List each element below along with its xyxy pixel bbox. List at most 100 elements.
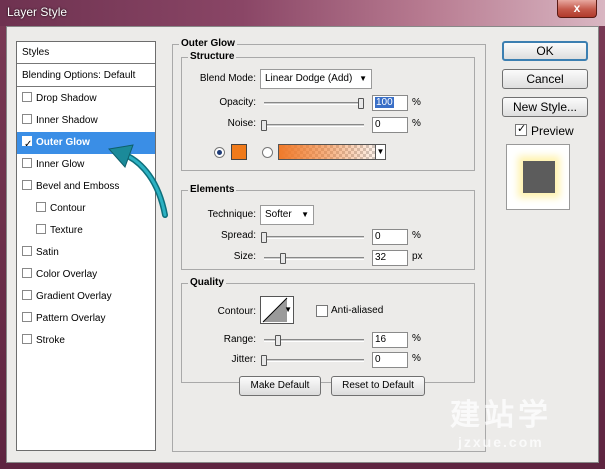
jitter-unit: % (412, 353, 421, 364)
outer-glow-title: Outer Glow (179, 38, 237, 49)
check-icon: ✓ (517, 123, 527, 135)
style-item-label: Stroke (36, 335, 65, 346)
style-item-satin[interactable]: Satin (17, 242, 155, 264)
elements-group: Elements Technique: Softer ▼ Spread: 0 %… (181, 184, 475, 270)
elements-title: Elements (188, 184, 237, 195)
quality-group: Quality Contour: ▼ Anti-aliased Range: 1… (181, 277, 475, 383)
style-checkbox[interactable] (36, 224, 46, 234)
chevron-down-icon: ▼ (301, 210, 309, 219)
close-button[interactable]: x (557, 0, 597, 18)
chevron-down-icon: ▼ (284, 305, 292, 314)
range-label: Range: (223, 334, 256, 345)
spread-label: Spread: (220, 230, 256, 241)
structure-group: Structure Blend Mode: Linear Dodge (Add)… (181, 51, 475, 171)
make-default-button[interactable]: Make Default (239, 376, 321, 396)
quality-title: Quality (188, 277, 226, 288)
style-item-label: Drop Shadow (36, 93, 97, 104)
style-checkbox[interactable] (22, 246, 32, 256)
noise-input[interactable]: 0 (372, 117, 408, 133)
cancel-button[interactable]: Cancel (502, 69, 588, 89)
style-item-label: Texture (50, 225, 83, 236)
preview-swatch (523, 161, 555, 193)
opacity-label: Opacity: (219, 97, 256, 108)
style-item-label: Outer Glow (36, 137, 90, 148)
style-item-texture[interactable]: Texture (17, 220, 155, 242)
style-checkbox[interactable] (22, 180, 32, 190)
style-checkbox[interactable] (36, 202, 46, 212)
style-checkbox[interactable] (22, 268, 32, 278)
style-checkbox[interactable]: ✓ (22, 136, 32, 150)
style-checkbox[interactable] (22, 114, 32, 124)
title-bar: Layer Style x (0, 0, 605, 26)
jitter-label: Jitter: (231, 354, 256, 365)
opacity-slider[interactable] (264, 102, 364, 105)
range-slider-thumb[interactable] (275, 335, 281, 346)
ok-button[interactable]: OK (502, 41, 588, 61)
blend-mode-select[interactable]: Linear Dodge (Add) ▼ (260, 69, 372, 89)
blending-options-item[interactable]: Blending Options: Default (17, 65, 155, 87)
glow-color-swatch[interactable] (231, 144, 247, 160)
noise-slider-thumb[interactable] (261, 120, 267, 131)
outer-glow-group: Outer Glow Structure Blend Mode: Linear … (172, 38, 486, 452)
styles-header[interactable]: Styles (17, 42, 155, 64)
noise-slider[interactable] (264, 124, 364, 127)
size-label: Size: (233, 251, 256, 262)
spread-input[interactable]: 0 (372, 229, 408, 245)
style-item-drop-shadow[interactable]: Drop Shadow (17, 88, 155, 110)
size-unit: px (412, 251, 423, 262)
blend-mode-label: Blend Mode: (199, 73, 256, 84)
spread-slider-thumb[interactable] (261, 232, 267, 243)
gradient-radio[interactable] (262, 147, 273, 158)
style-item-label: Inner Glow (36, 159, 85, 170)
style-checkbox[interactable] (22, 92, 32, 102)
style-checkbox[interactable] (22, 158, 32, 168)
structure-title: Structure (188, 51, 237, 62)
new-style-button[interactable]: New Style... (502, 97, 588, 117)
jitter-slider[interactable] (264, 359, 364, 362)
opacity-unit: % (412, 97, 421, 108)
watermark-logo: 建站学 (450, 398, 552, 433)
style-checkbox[interactable] (22, 334, 32, 344)
reset-to-default-button[interactable]: Reset to Default (331, 376, 425, 396)
blend-mode-value: Linear Dodge (Add) (265, 73, 353, 84)
contour-label: Contour: (217, 306, 256, 317)
anti-aliased-checkbox[interactable] (316, 305, 328, 317)
style-item-label: Pattern Overlay (36, 313, 106, 324)
size-input[interactable]: 32 (372, 250, 408, 266)
technique-label: Technique: (207, 209, 256, 220)
layer-style-dialog: Layer Style x Styles Blending Options: D… (0, 0, 605, 469)
technique-value: Softer (265, 209, 292, 220)
spread-slider[interactable] (264, 236, 364, 239)
jitter-input[interactable]: 0 (372, 352, 408, 368)
range-unit: % (412, 333, 421, 344)
style-checkbox[interactable] (22, 312, 32, 322)
style-item-color-overlay[interactable]: Color Overlay (17, 264, 155, 286)
style-item-label: Satin (36, 247, 59, 258)
style-item-label: Gradient Overlay (36, 291, 112, 302)
gradient-picker[interactable]: ▼ (278, 144, 386, 160)
opacity-input[interactable]: 100 (372, 95, 408, 111)
style-preview (506, 144, 570, 210)
style-item-inner-shadow[interactable]: Inner Shadow (17, 110, 155, 132)
preview-checkbox[interactable]: ✓ (515, 123, 527, 136)
opacity-slider-thumb[interactable] (358, 98, 364, 109)
jitter-slider-thumb[interactable] (261, 355, 267, 366)
style-item-label: Contour (50, 203, 86, 214)
contour-picker[interactable]: ▼ (260, 296, 294, 324)
style-item-stroke[interactable]: Stroke (17, 330, 155, 352)
style-item-label: Color Overlay (36, 269, 98, 280)
technique-select[interactable]: Softer ▼ (260, 205, 314, 225)
style-checkbox[interactable] (22, 290, 32, 300)
size-slider[interactable] (264, 257, 364, 260)
chevron-down-icon: ▼ (359, 74, 367, 83)
watermark: 建站学 jzxue.com (450, 390, 552, 450)
style-item-pattern-overlay[interactable]: Pattern Overlay (17, 308, 155, 330)
style-item-gradient-overlay[interactable]: Gradient Overlay (17, 286, 155, 308)
solid-color-radio[interactable] (214, 147, 225, 158)
watermark-url: jzxue.com (458, 434, 544, 450)
size-slider-thumb[interactable] (280, 253, 286, 264)
anti-aliased-label: Anti-aliased (331, 305, 384, 316)
noise-label: Noise: (227, 118, 256, 129)
style-item-label: Inner Shadow (36, 115, 98, 126)
range-input[interactable]: 16 (372, 332, 408, 348)
